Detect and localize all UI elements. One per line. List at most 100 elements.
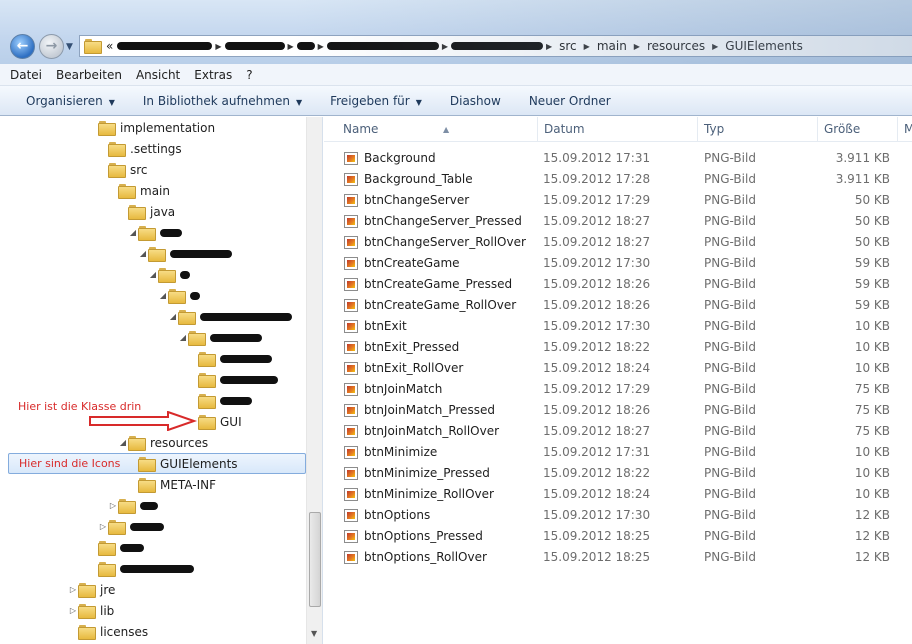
file-row[interactable]: btnExit 15.09.2012 17:30 PNG-Bild 10 KB xyxy=(324,316,912,337)
tree-item-redacted[interactable]: ◢ xyxy=(148,264,190,285)
chevron-right-icon[interactable]: ▶ xyxy=(212,42,224,51)
breadcrumb-main[interactable]: main xyxy=(593,39,631,53)
tree-item-redacted[interactable] xyxy=(88,558,194,579)
file-name: btnCreateGame xyxy=(364,256,460,270)
menu-bearbeiten[interactable]: Bearbeiten xyxy=(56,68,122,82)
tree-item-redacted[interactable] xyxy=(188,348,272,369)
tree-item-redacted[interactable] xyxy=(88,537,144,558)
expanded-icon[interactable]: ◢ xyxy=(128,228,138,237)
add-to-library-button[interactable]: In Bibliothek aufnehmen ▼ xyxy=(133,91,312,111)
file-row[interactable]: btnExit_Pressed 15.09.2012 18:22 PNG-Bild 1… xyxy=(324,337,912,358)
file-size: 10 KB xyxy=(854,466,890,480)
organize-button[interactable]: Organisieren ▼ xyxy=(16,91,125,111)
file-row[interactable]: btnCreateGame 15.09.2012 17:30 PNG-Bild 59 … xyxy=(324,253,912,274)
breadcrumb-resources[interactable]: resources xyxy=(643,39,709,53)
column-header-date[interactable]: Datum xyxy=(538,117,698,142)
column-header-size[interactable]: Größe xyxy=(818,117,898,142)
folder-icon xyxy=(188,331,206,346)
tree-item-redacted[interactable]: ◢ xyxy=(138,243,232,264)
file-row[interactable]: Background_Table 15.09.2012 17:28 PNG-Bild… xyxy=(324,169,912,190)
tree-item-settings[interactable]: .settings xyxy=(98,138,182,159)
column-header-name[interactable]: Name ▲ xyxy=(337,117,538,142)
file-row[interactable]: btnMinimize_RollOver 15.09.2012 18:24 PNG-… xyxy=(324,484,912,505)
collapsed-icon[interactable]: ▷ xyxy=(68,606,78,615)
tree-item-jre[interactable]: ▷ jre xyxy=(68,579,115,600)
file-row[interactable]: btnCreateGame_Pressed 15.09.2012 18:26 PNG… xyxy=(324,274,912,295)
scroll-down-arrow-icon[interactable]: ▼ xyxy=(311,629,317,638)
chevron-right-icon[interactable]: ▶ xyxy=(581,42,593,51)
scrollbar-thumb[interactable] xyxy=(309,512,321,607)
tree-item-guielements[interactable]: GUIElements xyxy=(128,453,238,474)
breadcrumb-overflow[interactable]: « xyxy=(102,39,117,53)
tree-item-resources[interactable]: ◢ resources xyxy=(118,432,208,453)
forward-button[interactable]: → xyxy=(39,34,64,59)
expanded-icon[interactable]: ◢ xyxy=(138,249,148,258)
back-button[interactable]: ← xyxy=(10,34,35,59)
collapsed-icon[interactable]: ▷ xyxy=(108,501,118,510)
expanded-icon[interactable]: ◢ xyxy=(158,291,168,300)
folder-icon xyxy=(198,373,216,388)
file-row[interactable]: btnJoinMatch_RollOver 15.09.2012 18:27 PNG… xyxy=(324,421,912,442)
menu-extras[interactable]: Extras xyxy=(194,68,232,82)
file-row[interactable]: btnOptions 15.09.2012 17:30 PNG-Bild 12 KB xyxy=(324,505,912,526)
file-row[interactable]: btnOptions_Pressed 15.09.2012 18:25 PNG-Bi… xyxy=(324,526,912,547)
tree-item-redacted[interactable]: ◢ xyxy=(168,306,292,327)
file-row[interactable]: btnExit_RollOver 15.09.2012 18:24 PNG-Bild… xyxy=(324,358,912,379)
tree-item-redacted[interactable]: ◢ xyxy=(128,222,182,243)
redacted-text xyxy=(117,42,213,50)
menu-datei[interactable]: Datei xyxy=(10,68,42,82)
tree-item-implementation[interactable]: implementation xyxy=(88,117,215,138)
navigation-scrollbar[interactable]: ▼ xyxy=(306,117,322,644)
address-box[interactable]: « ▶ ▶ ▶ ▶ ▶ src ▶ main ▶ resources ▶ GUI… xyxy=(79,35,912,57)
file-row[interactable]: btnCreateGame_RollOver 15.09.2012 18:26 PN… xyxy=(324,295,912,316)
tree-item-src[interactable]: src xyxy=(98,159,148,180)
expanded-icon[interactable]: ◢ xyxy=(168,312,178,321)
file-row[interactable]: btnMinimize_Pressed 15.09.2012 18:22 PNG-B… xyxy=(324,463,912,484)
tree-item-redacted[interactable]: ◢ xyxy=(158,285,200,306)
tree-item-licenses[interactable]: licenses xyxy=(68,621,148,642)
tree-item-redacted[interactable] xyxy=(188,390,252,411)
slideshow-button[interactable]: Diashow xyxy=(440,91,511,111)
chevron-right-icon[interactable]: ▶ xyxy=(709,42,721,51)
file-row[interactable]: btnJoinMatch_Pressed 15.09.2012 18:26 PNG-… xyxy=(324,400,912,421)
chevron-right-icon[interactable]: ▶ xyxy=(439,42,451,51)
expanded-icon[interactable]: ◢ xyxy=(148,270,158,279)
column-header-more[interactable]: M xyxy=(898,117,912,142)
chevron-right-icon[interactable]: ▶ xyxy=(631,42,643,51)
column-header-type[interactable]: Typ xyxy=(698,117,818,142)
tree-label: resources xyxy=(150,435,209,450)
menu-ansicht[interactable]: Ansicht xyxy=(136,68,180,82)
tree-item-redacted[interactable]: ◢ xyxy=(178,327,262,348)
folder-icon xyxy=(118,499,136,514)
redacted-text xyxy=(220,354,272,363)
chevron-right-icon[interactable]: ▶ xyxy=(543,42,555,51)
menu-help[interactable]: ? xyxy=(246,68,252,82)
share-button[interactable]: Freigeben für ▼ xyxy=(320,91,432,111)
breadcrumb-guielements[interactable]: GUIElements xyxy=(721,39,807,53)
chevron-right-icon[interactable]: ▶ xyxy=(315,42,327,51)
file-row[interactable]: btnJoinMatch 15.09.2012 17:29 PNG-Bild 75 K… xyxy=(324,379,912,400)
tree-item-redacted[interactable]: ▷ xyxy=(108,495,158,516)
tree-item-redacted[interactable]: ▷ xyxy=(98,516,164,537)
tree-item-redacted[interactable] xyxy=(188,369,278,390)
organize-label: Organisieren xyxy=(26,93,103,108)
file-row[interactable]: btnChangeServer_RollOver 15.09.2012 18:27… xyxy=(324,232,912,253)
expanded-icon[interactable]: ◢ xyxy=(178,333,188,342)
new-folder-button[interactable]: Neuer Ordner xyxy=(519,91,621,111)
recent-pages-chevron-icon[interactable]: ▼ xyxy=(66,42,73,52)
breadcrumb-src[interactable]: src xyxy=(555,39,581,53)
tree-item-main[interactable]: main xyxy=(108,180,170,201)
file-row[interactable]: btnMinimize 15.09.2012 17:31 PNG-Bild 10 KB xyxy=(324,442,912,463)
tree-item-java[interactable]: java xyxy=(118,201,175,222)
file-row[interactable]: btnChangeServer 15.09.2012 17:29 PNG-Bild 5… xyxy=(324,190,912,211)
tree-item-metainf[interactable]: META-INF xyxy=(128,474,216,495)
expanded-icon[interactable]: ◢ xyxy=(118,438,128,447)
collapsed-icon[interactable]: ▷ xyxy=(68,585,78,594)
file-row[interactable]: btnOptions_RollOver 15.09.2012 18:25 PNG-B… xyxy=(324,547,912,568)
tree-label: implementation xyxy=(120,120,216,135)
collapsed-icon[interactable]: ▷ xyxy=(98,522,108,531)
tree-item-lib[interactable]: ▷ lib xyxy=(68,600,114,621)
chevron-right-icon[interactable]: ▶ xyxy=(285,42,297,51)
file-row[interactable]: Background 15.09.2012 17:31 PNG-Bild 3.911 … xyxy=(324,148,912,169)
file-row[interactable]: btnChangeServer_Pressed 15.09.2012 18:27 P… xyxy=(324,211,912,232)
